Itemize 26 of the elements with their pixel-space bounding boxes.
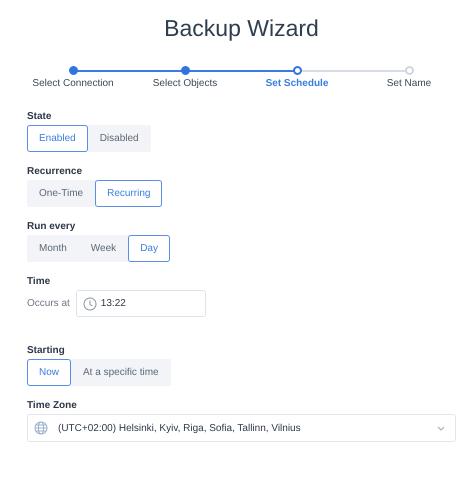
step-label[interactable]: Set Schedule xyxy=(266,78,328,89)
field-prefix: Occurs at xyxy=(27,298,70,309)
clock-icon xyxy=(82,296,97,310)
timezone-select[interactable]: (UTC+02:00) Helsinki, Kyiv, Riga, Sofia, Tallinn, Vilnius xyxy=(27,414,456,442)
chevron-down-icon xyxy=(437,426,445,430)
option-button[interactable]: Now xyxy=(27,359,72,386)
field-label: Time Zone xyxy=(27,400,78,411)
option-button[interactable]: Week xyxy=(78,235,128,262)
field-label: Run every xyxy=(27,221,76,232)
option-button[interactable]: At a specific time xyxy=(71,359,171,386)
step-label[interactable]: Set Name xyxy=(386,78,432,89)
option-button[interactable]: Day xyxy=(128,235,170,262)
option-button[interactable]: Disabled xyxy=(88,125,151,152)
time-field[interactable]: 13:22 xyxy=(76,290,206,317)
globe-icon xyxy=(34,421,48,435)
field-label: Time xyxy=(27,276,52,287)
field-label: Recurrence xyxy=(27,166,84,177)
wizard-title: Backup Wizard xyxy=(163,14,320,43)
option-button[interactable]: Enabled xyxy=(27,125,88,152)
option-button[interactable]: Month xyxy=(27,235,79,262)
step-label[interactable]: Select Objects xyxy=(152,78,218,89)
field-label: Starting xyxy=(27,345,66,356)
option-button[interactable]: Recurring xyxy=(95,180,162,207)
step-label[interactable]: Select Connection xyxy=(32,78,114,89)
field-label: State xyxy=(27,111,52,122)
option-button[interactable]: One-Time xyxy=(27,180,96,207)
